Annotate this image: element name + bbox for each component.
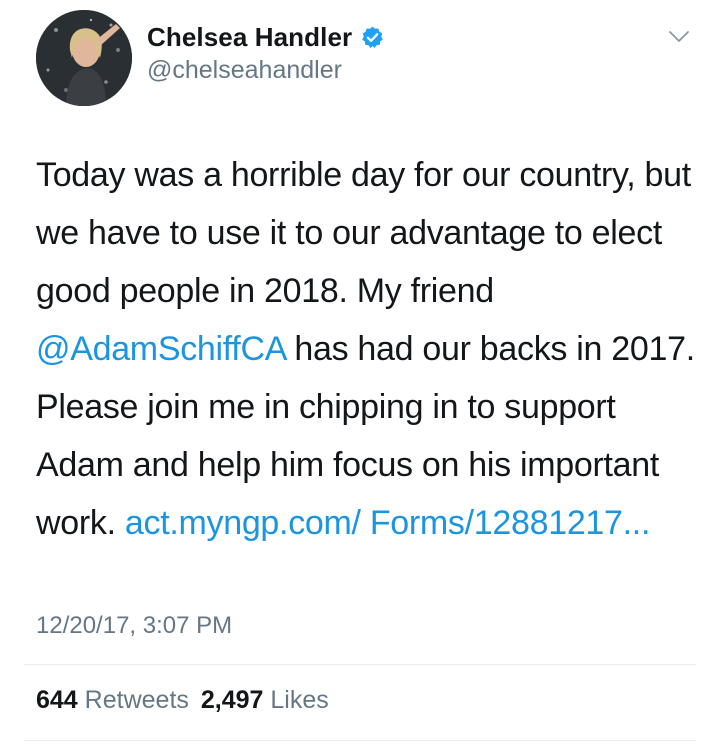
likes-stat[interactable]: 2,497 Likes	[201, 686, 329, 714]
retweets-label: Retweets	[84, 686, 189, 714]
mention-link[interactable]: @AdamSchiffCA	[36, 330, 286, 368]
retweets-count: 644	[36, 686, 78, 714]
chevron-down-icon[interactable]	[668, 30, 690, 44]
divider	[24, 740, 696, 741]
divider	[24, 664, 696, 665]
avatar[interactable]	[36, 10, 132, 106]
retweets-stat[interactable]: 644 Retweets	[36, 686, 189, 714]
url-link[interactable]: act.myngp.com/ Forms/12881217...	[125, 504, 651, 542]
author-name-row: Chelsea Handler	[147, 20, 385, 54]
user-handle[interactable]: @chelseahandler	[147, 56, 342, 85]
verified-badge-icon	[362, 26, 384, 48]
tweet-text: Today was a horrible day for our country…	[36, 146, 701, 552]
tweet-text-part: Today was a horrible day for our country…	[36, 156, 691, 310]
likes-count: 2,497	[200, 686, 264, 714]
tweet-timestamp[interactable]: 12/20/17, 3:07 PM	[36, 612, 232, 640]
likes-label: Likes	[270, 686, 329, 714]
tweet-card: Chelsea Handler @chelseahandler Today wa…	[0, 0, 720, 744]
display-name[interactable]: Chelsea Handler	[147, 22, 352, 53]
engagement-stats: 644 Retweets 2,497 Likes	[36, 686, 341, 715]
profile-photo	[36, 10, 132, 106]
